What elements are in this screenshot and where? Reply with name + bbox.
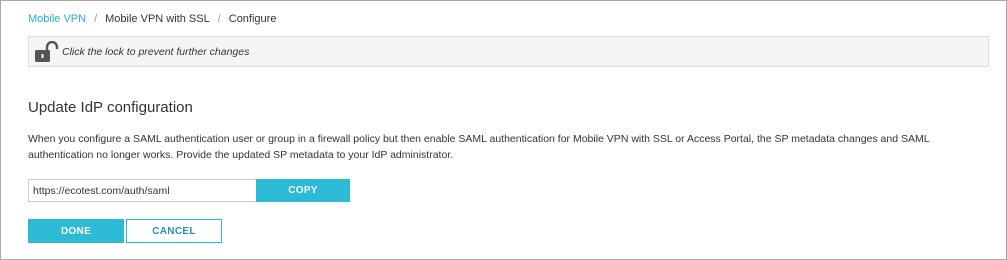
page-frame: Mobile VPN / Mobile VPN with SSL / Confi…	[0, 0, 1007, 260]
breadcrumb-link-mobile-vpn[interactable]: Mobile VPN	[28, 12, 86, 26]
unlocked-padlock-icon[interactable]	[33, 40, 59, 63]
copy-button[interactable]: COPY	[256, 179, 350, 202]
breadcrumb-separator: /	[217, 13, 221, 25]
breadcrumb: Mobile VPN / Mobile VPN with SSL / Confi…	[28, 12, 276, 26]
sp-metadata-url-input[interactable]	[28, 179, 256, 202]
breadcrumb-separator: /	[94, 13, 98, 25]
cancel-button[interactable]: CANCEL	[126, 219, 222, 243]
lock-bar: Click the lock to prevent further change…	[28, 36, 989, 67]
breadcrumb-item-configure: Configure	[228, 13, 277, 25]
section-description: When you configure a SAML authentication…	[28, 133, 930, 161]
lock-hint-text: Click the lock to prevent further change…	[62, 45, 250, 58]
section-title: Update IdP configuration	[28, 99, 193, 116]
done-button[interactable]: DONE	[28, 219, 124, 243]
breadcrumb-item-mobile-vpn-ssl: Mobile VPN with SSL	[105, 13, 210, 25]
